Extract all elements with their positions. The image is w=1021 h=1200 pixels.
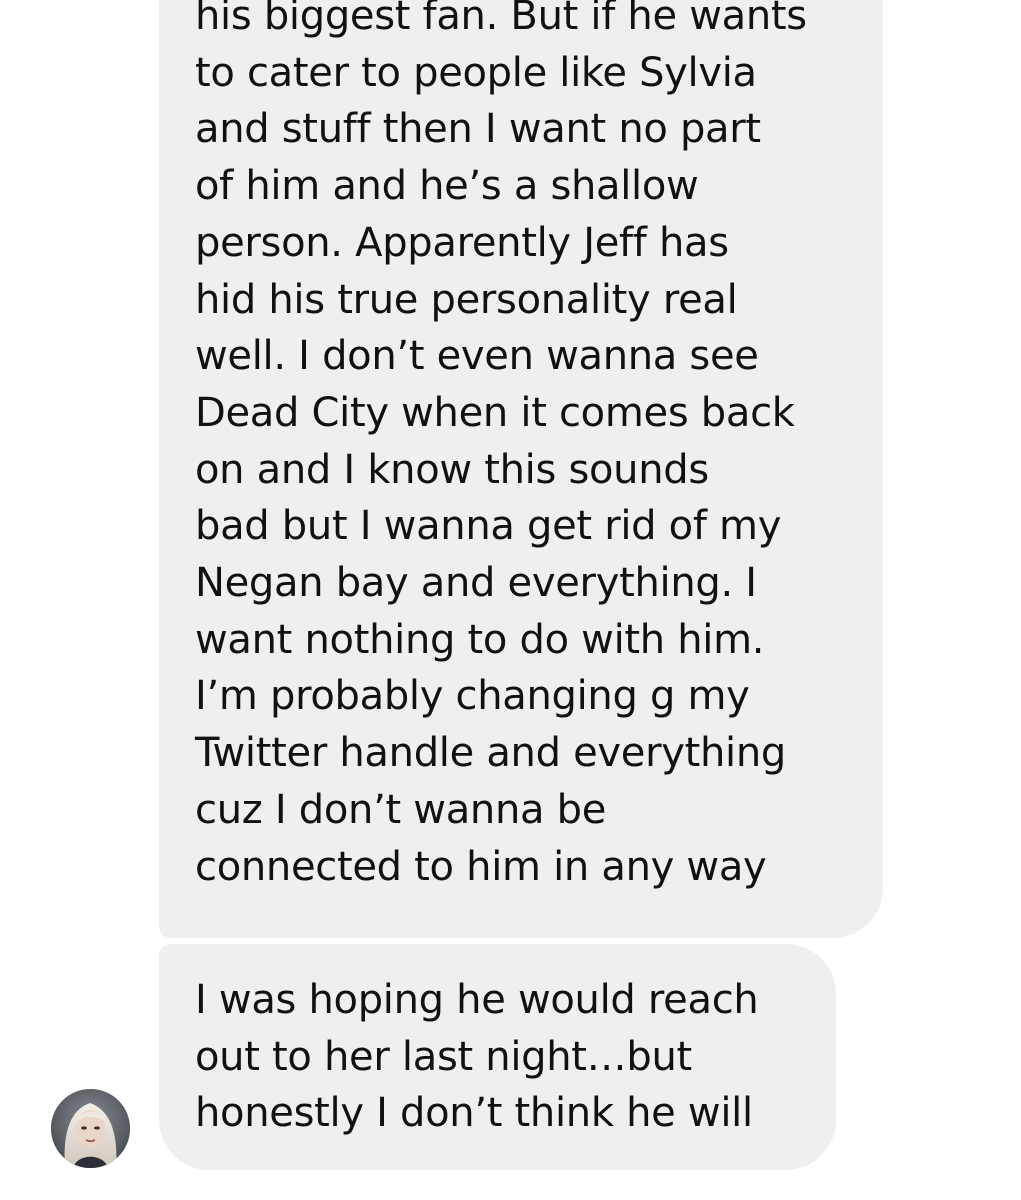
sender-avatar[interactable] bbox=[51, 1089, 130, 1168]
message-line: person. Apparently Jeff has bbox=[195, 219, 729, 266]
message-line: well. I don’t even wanna see bbox=[195, 333, 759, 380]
message-line: I was hoping he would reach bbox=[195, 977, 759, 1023]
message-line: honestly I don’t think he will bbox=[195, 1090, 753, 1137]
message-line: I’m probably changing g my bbox=[195, 673, 750, 720]
avatar-portrait-icon bbox=[51, 1089, 130, 1168]
message-line: his biggest fan. But if he wants bbox=[195, 0, 807, 39]
message-line: Twitter handle and everything bbox=[195, 730, 786, 777]
message-line: Dead City when it comes back bbox=[195, 389, 795, 436]
message-line: on and I know this sounds bbox=[195, 446, 709, 493]
message-thread: his biggest fan. But if he wants to cate… bbox=[0, 0, 1021, 1200]
message-line: of him and he’s a shallow bbox=[195, 163, 699, 210]
message-bubble[interactable]: I was hoping he would reach out to her l… bbox=[159, 944, 836, 1170]
message-line: Negan bay and everything. I bbox=[195, 560, 757, 607]
message-text: I was hoping he would reach out to her l… bbox=[195, 972, 759, 1142]
message-line: hid his true personality real bbox=[195, 276, 738, 323]
message-line: out to her last night…but bbox=[195, 1033, 692, 1080]
message-text: his biggest fan. But if he wants to cate… bbox=[195, 0, 807, 895]
message-line: and stuff then I want no part bbox=[195, 106, 761, 153]
message-line: bad but I wanna get rid of my bbox=[195, 503, 782, 550]
message-line: want nothing to do with him. bbox=[195, 616, 765, 663]
message-line: cuz I don’t wanna be bbox=[195, 786, 607, 833]
message-line: connected to him in any way bbox=[195, 843, 767, 890]
message-line: to cater to people like Sylvia bbox=[195, 49, 757, 96]
message-bubble[interactable]: his biggest fan. But if he wants to cate… bbox=[159, 0, 883, 938]
